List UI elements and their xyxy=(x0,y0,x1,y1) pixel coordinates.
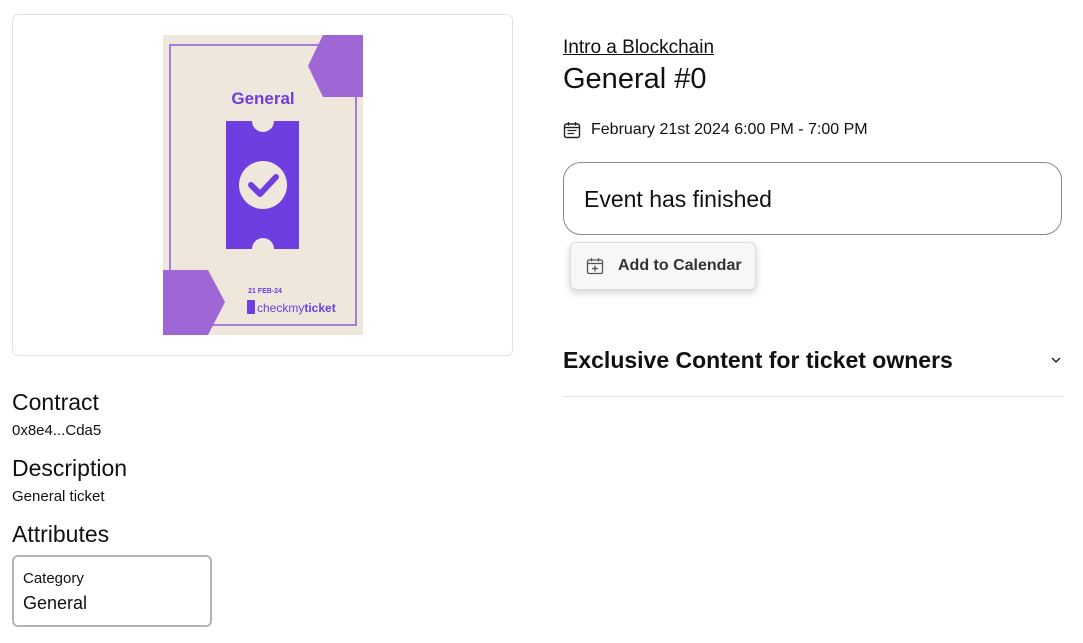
event-date-range: February 21st 2024 6:00 PM - 7:00 PM xyxy=(591,121,868,138)
ticket-details-column: Intro a Blockchain General #0 February 2… xyxy=(563,0,1064,643)
calendar-icon xyxy=(563,122,581,139)
attribute-value: General xyxy=(23,593,88,613)
event-date-row: February 21st 2024 6:00 PM - 7:00 PM xyxy=(563,120,868,140)
ticket-image-card: General 21 FEB-24 checkmyticket xyxy=(12,14,513,356)
ticket-art-brand-bold: ticket xyxy=(304,301,335,315)
ticket-art-brand-plain: checkmy xyxy=(257,301,304,315)
attribute-type: Category xyxy=(23,570,84,587)
ticket-image: General 21 FEB-24 checkmyticket xyxy=(163,35,363,335)
description-text: General ticket xyxy=(12,488,105,505)
ticket-art-title: General xyxy=(231,89,294,108)
attributes-heading: Attributes xyxy=(12,521,110,547)
description-heading: Description xyxy=(12,455,128,481)
chevron-down-icon xyxy=(1051,357,1061,363)
ticket-title: General #0 xyxy=(563,63,707,95)
calendar-add-icon xyxy=(586,258,604,275)
svg-text:checkmyticket: checkmyticket xyxy=(257,301,336,315)
add-to-calendar-button[interactable]: Add to Calendar xyxy=(570,242,756,290)
event-status-box: Event has finished xyxy=(563,162,1062,235)
ticket-art-date: 21 FEB-24 xyxy=(248,288,282,295)
exclusive-content-title: Exclusive Content for ticket owners xyxy=(563,347,953,373)
event-link[interactable]: Intro a Blockchain xyxy=(563,37,714,59)
exclusive-content-accordion[interactable]: Exclusive Content for ticket owners xyxy=(563,330,1064,397)
add-to-calendar-label: Add to Calendar xyxy=(618,257,742,274)
contract-heading: Contract xyxy=(12,389,99,415)
contract-address: 0x8e4...Cda5 xyxy=(12,422,102,439)
ticket-media-column: General 21 FEB-24 checkmyticket xyxy=(12,14,513,356)
attribute-card: Category General xyxy=(12,555,212,627)
event-status-text: Event has finished xyxy=(584,186,772,212)
